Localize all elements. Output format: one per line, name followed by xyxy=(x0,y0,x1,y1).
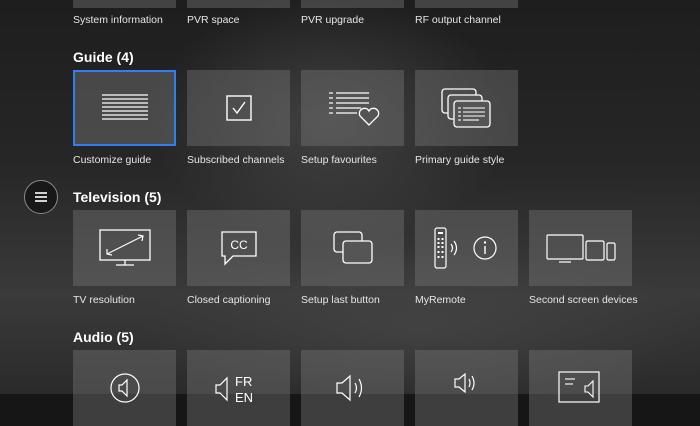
remote-info-icon xyxy=(433,227,497,269)
label-closed-captioning: Closed captioning xyxy=(187,294,271,306)
television-section-title: Television (5) xyxy=(73,189,162,205)
label-rf-output-channel: RF output channel xyxy=(415,14,501,26)
language-en-text: EN xyxy=(235,390,253,405)
speaker-icon xyxy=(109,373,140,403)
tv-resolution-icon xyxy=(98,229,151,266)
tile-audio-1[interactable] xyxy=(73,350,176,426)
last-button-icon xyxy=(332,231,373,264)
label-customize-guide: Customize guide xyxy=(73,154,152,166)
hamburger-menu-icon xyxy=(35,192,47,202)
tile-closed-captioning[interactable]: CC xyxy=(187,210,290,286)
label-setup-favourites: Setup favourites xyxy=(301,154,377,166)
tile-myremote[interactable] xyxy=(415,210,518,286)
tile-customize-guide[interactable] xyxy=(73,70,176,146)
label-pvr-space: PVR space xyxy=(187,14,240,26)
settings-screen: System information PVR space PVR upgrade… xyxy=(0,0,700,426)
label-tv-resolution: TV resolution xyxy=(73,294,135,306)
audio-output-icon xyxy=(557,371,600,403)
audio-section-title: Audio (5) xyxy=(73,329,134,345)
label-subscribed-channels: Subscribed channels xyxy=(187,154,285,166)
tile-setup-last-button[interactable] xyxy=(301,210,404,286)
label-system-information: System information xyxy=(73,14,163,26)
tile-pvr-upgrade[interactable] xyxy=(301,0,404,8)
tile-audio-3[interactable] xyxy=(301,350,404,426)
tile-second-screen-devices[interactable] xyxy=(529,210,632,286)
language-fr-text: FR xyxy=(235,374,252,389)
label-pvr-upgrade: PVR upgrade xyxy=(301,14,365,26)
speaker-waves-icon xyxy=(335,374,362,402)
checkbox-icon xyxy=(225,95,252,121)
tile-audio-4[interactable] xyxy=(415,350,518,426)
guide-section-title: Guide (4) xyxy=(73,49,134,65)
label-myremote: MyRemote xyxy=(415,294,466,306)
label-setup-last-button: Setup last button xyxy=(301,294,380,306)
list-heart-icon xyxy=(328,92,379,126)
tile-audio-2[interactable]: FR EN xyxy=(187,350,290,426)
label-primary-guide-style: Primary guide style xyxy=(415,154,505,166)
list-icon xyxy=(101,94,148,120)
language-fr-icon: FR EN xyxy=(214,374,253,405)
tile-tv-resolution[interactable] xyxy=(73,210,176,286)
tile-primary-guide-style[interactable] xyxy=(415,70,518,146)
devices-icon xyxy=(545,234,616,263)
tile-audio-5[interactable] xyxy=(529,350,632,426)
tile-setup-favourites[interactable] xyxy=(301,70,404,146)
closed-caption-icon: CC xyxy=(220,231,257,266)
stacked-windows-icon xyxy=(440,88,491,128)
svg-text:CC: CC xyxy=(230,238,248,252)
speaker-small-icon xyxy=(453,372,475,394)
label-second-screen-devices: Second screen devices xyxy=(529,294,638,306)
menu-button[interactable] xyxy=(24,180,58,214)
tile-rf-output-channel[interactable] xyxy=(415,0,518,8)
tile-pvr-space[interactable] xyxy=(187,0,290,8)
tile-system-information[interactable] xyxy=(73,0,176,8)
tile-subscribed-channels[interactable] xyxy=(187,70,290,146)
